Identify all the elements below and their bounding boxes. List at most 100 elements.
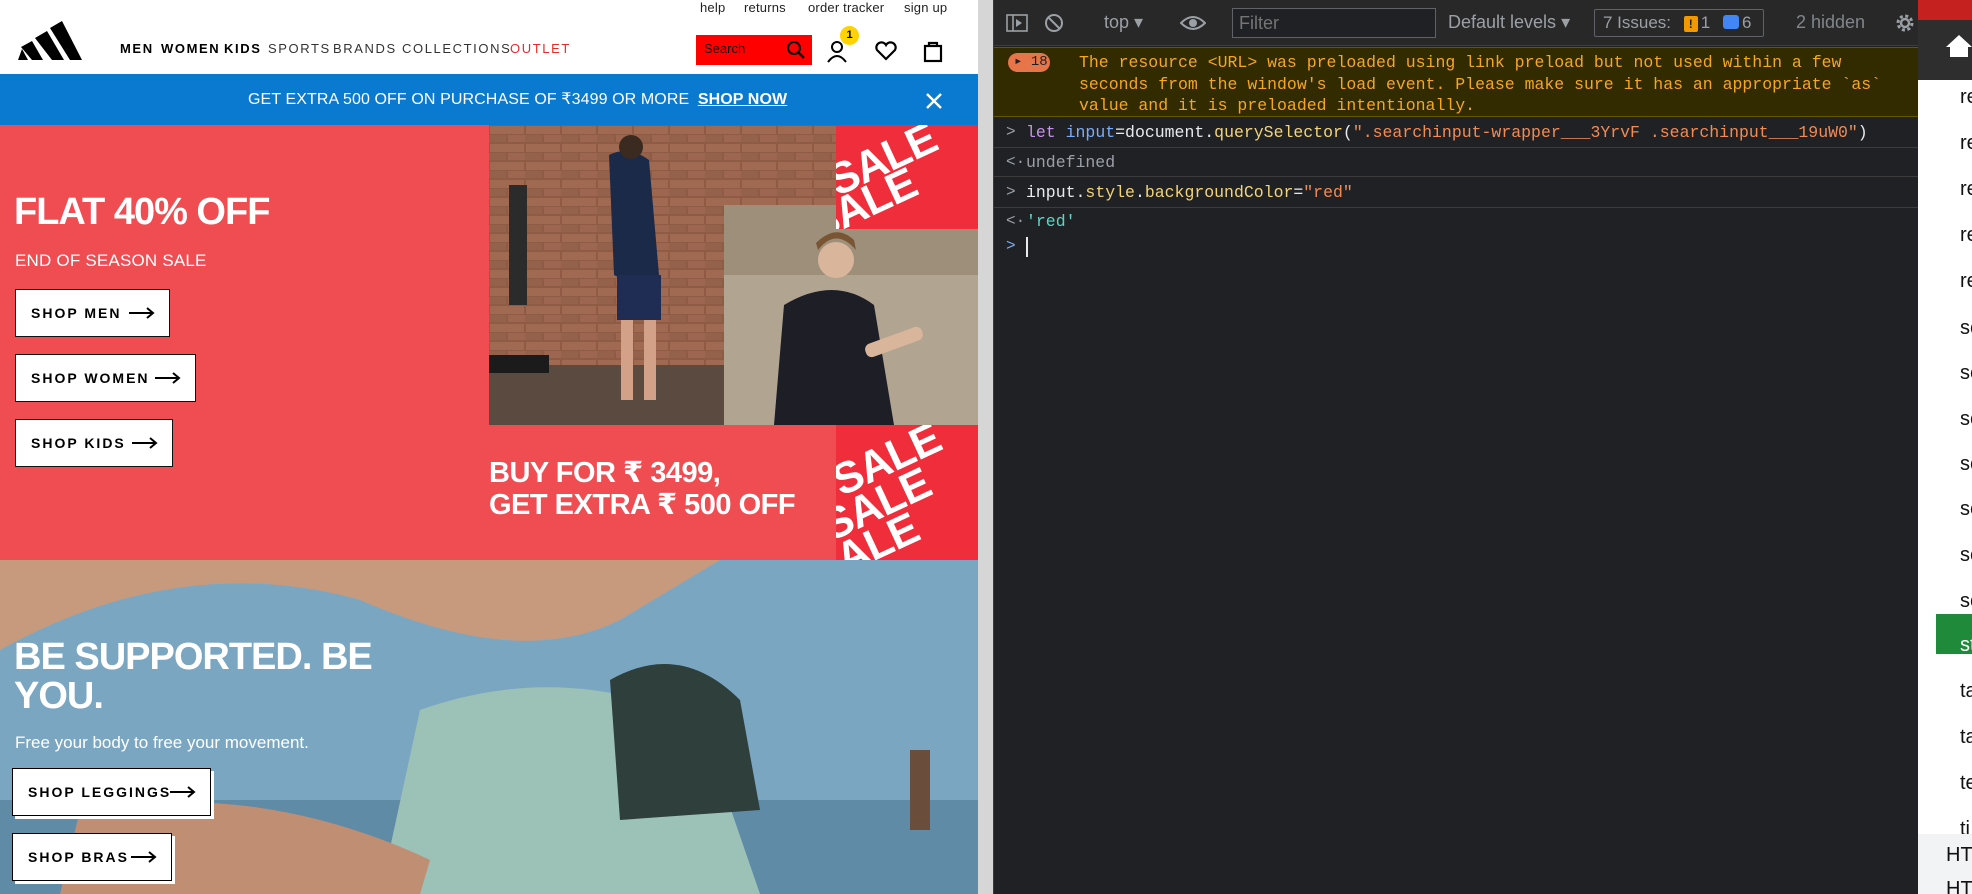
nav-outlet[interactable]: OUTLET — [510, 41, 571, 56]
order-tracker-link[interactable]: order tracker — [808, 0, 884, 15]
panel-row-label[interactable]: st — [1960, 634, 1972, 657]
return-arrow-icon: <· — [1006, 212, 1026, 230]
token: . — [1134, 183, 1145, 202]
promo-shop-now-link[interactable]: SHOP NOW — [698, 91, 787, 108]
console-prompt-row[interactable]: > — [994, 235, 1918, 259]
search-placeholder: Search — [704, 41, 746, 56]
panel-row-label[interactable]: re — [1960, 224, 1972, 247]
hero-subtitle: END OF SEASON SALE — [15, 251, 207, 270]
shop-kids-button[interactable]: SHOP KIDS — [15, 419, 173, 467]
arrow-right-icon — [155, 372, 181, 384]
token: querySelector — [1214, 123, 1343, 142]
clear-console-icon[interactable] — [1044, 13, 1064, 33]
website-viewport: help returns order tracker sign up MEN W… — [0, 0, 978, 894]
console-input-code: input.style.backgroundColor="red" — [1026, 183, 1353, 202]
sidebar-toggle-icon[interactable] — [1006, 14, 1028, 32]
shop-bras-button[interactable]: SHOP BRAS — [12, 833, 172, 881]
gear-icon[interactable] — [1894, 12, 1916, 34]
console-input-row[interactable]: > input.style.backgroundColor="red" — [994, 178, 1918, 208]
shop-leggings-button[interactable]: SHOP LEGGINGS — [12, 768, 211, 816]
arrow-right-icon — [131, 851, 157, 863]
nav-men[interactable]: MEN — [120, 41, 154, 56]
offer-line-2: GET EXTRA ₹ 500 OFF — [489, 489, 796, 521]
warning-icon: ! — [1683, 16, 1698, 32]
warning-repeat-count: 18 — [1030, 54, 1048, 70]
elements-side-panel: rererererescscscscscscscsttatateti HT HT — [1918, 0, 1972, 894]
hero-photo-runner — [724, 205, 978, 425]
panel-row-label[interactable]: re — [1960, 86, 1972, 109]
filter-input[interactable] — [1232, 8, 1436, 38]
hero-banner: FLAT 40% OFF END OF SEASON SALE SHOP MEN… — [0, 125, 978, 560]
shop-kids-label: SHOP KIDS — [31, 435, 126, 451]
home-icon[interactable] — [1946, 34, 1972, 58]
shop-women-label: SHOP WOMEN — [31, 370, 150, 386]
section2-title: BE SUPPORTED. BE YOU. — [14, 636, 373, 717]
arrow-right-icon — [132, 437, 158, 449]
expand-triangle-icon: ▸ — [1014, 54, 1023, 70]
footer-item: HT — [1946, 844, 1972, 866]
nav-women[interactable]: WOMEN — [161, 41, 220, 56]
help-link[interactable]: help — [700, 0, 725, 15]
panel-row-label[interactable]: re — [1960, 178, 1972, 201]
shop-women-button[interactable]: SHOP WOMEN — [15, 354, 196, 402]
console-input-code: let input=document.querySelector(".searc… — [1026, 123, 1868, 142]
warning-repeat-badge[interactable]: ▸ 18 — [1008, 53, 1050, 72]
console-toolbar: top ▾ Default levels ▾ 7 Issues: !1 6 2 … — [994, 0, 1918, 46]
token: input — [1065, 123, 1116, 142]
adidas-logo[interactable] — [18, 18, 82, 60]
panel-footer: HT HT — [1918, 834, 1972, 894]
console-output-value: 'red' — [1026, 212, 1076, 231]
panel-row-label[interactable]: ta — [1960, 726, 1972, 749]
panel-row-label[interactable]: sc — [1960, 590, 1972, 613]
nav-collections[interactable]: COLLECTIONS — [402, 41, 511, 56]
shop-bras-label: SHOP BRAS — [28, 849, 129, 865]
promo-text: GET EXTRA 500 OFF ON PURCHASE OF ₹3499 O… — [248, 89, 787, 109]
runner-graphic — [724, 205, 978, 425]
close-icon[interactable] — [925, 92, 943, 110]
panel-row-label[interactable]: sc — [1960, 408, 1972, 431]
hero-title: FLAT 40% OFF — [14, 191, 270, 233]
panel-row-label[interactable]: sc — [1960, 317, 1972, 340]
panel-header — [1918, 20, 1972, 80]
shop-men-label: SHOP MEN — [31, 305, 122, 321]
shop-men-button[interactable]: SHOP MEN — [15, 289, 170, 337]
nav-sports[interactable]: SPORTS — [268, 41, 331, 56]
returns-link[interactable]: returns — [744, 0, 786, 15]
panel-row-label[interactable]: ta — [1960, 680, 1972, 703]
dropdown-arrow-icon: ▾ — [1561, 12, 1571, 32]
nav-kids[interactable]: KIDS — [224, 41, 261, 56]
panel-row-label[interactable]: sc — [1960, 453, 1972, 476]
panel-row-label[interactable]: sc — [1960, 544, 1972, 567]
bag-icon[interactable] — [920, 38, 946, 64]
panel-row-label[interactable]: sc — [1960, 362, 1972, 385]
issues-button[interactable]: 7 Issues: ! 1 6 — [1594, 9, 1764, 37]
issues-label: 7 Issues: — [1603, 13, 1672, 32]
panel-row-label[interactable]: re — [1960, 132, 1972, 155]
token: ".searchinput-wrapper___3YrvF .searchinp… — [1352, 123, 1858, 142]
console-output-row[interactable]: <· 'red' — [994, 209, 1918, 235]
panel-resize-handle[interactable] — [978, 0, 994, 894]
log-levels-dropdown[interactable]: Default levels ▾ — [1448, 12, 1570, 33]
panel-row-label[interactable]: te — [1960, 772, 1972, 795]
nav-brands[interactable]: BRANDS — [333, 41, 397, 56]
wishlist-heart-icon[interactable] — [873, 38, 899, 64]
sign-up-link[interactable]: sign up — [904, 0, 947, 15]
context-label: top — [1104, 12, 1130, 32]
site-header: help returns order tracker sign up MEN W… — [0, 0, 978, 74]
token: = — [1293, 183, 1304, 202]
panel-row-label[interactable]: re — [1960, 270, 1972, 293]
context-selector[interactable]: top ▾ — [1104, 12, 1143, 33]
search-input[interactable]: Search — [696, 35, 812, 65]
console-output-row[interactable]: <· undefined — [994, 149, 1918, 177]
search-icon[interactable] — [786, 40, 806, 60]
notification-badge: 1 — [840, 26, 859, 45]
live-expression-eye-icon[interactable] — [1180, 14, 1206, 32]
console-warning-message[interactable]: ▸ 18 The resource <URL> was preloaded us… — [994, 47, 1918, 117]
console-input-row[interactable]: > let input=document.querySelector(".sea… — [994, 118, 1918, 148]
log-levels-label: Default levels — [1448, 12, 1557, 32]
sale-graphic-bottom: SALE SALE SALE — [836, 425, 978, 560]
panel-row-label[interactable]: sc — [1960, 498, 1972, 521]
footer-item: HT — [1946, 878, 1972, 894]
chevron-right-icon: > — [1006, 123, 1016, 141]
token: input. — [1026, 183, 1086, 202]
